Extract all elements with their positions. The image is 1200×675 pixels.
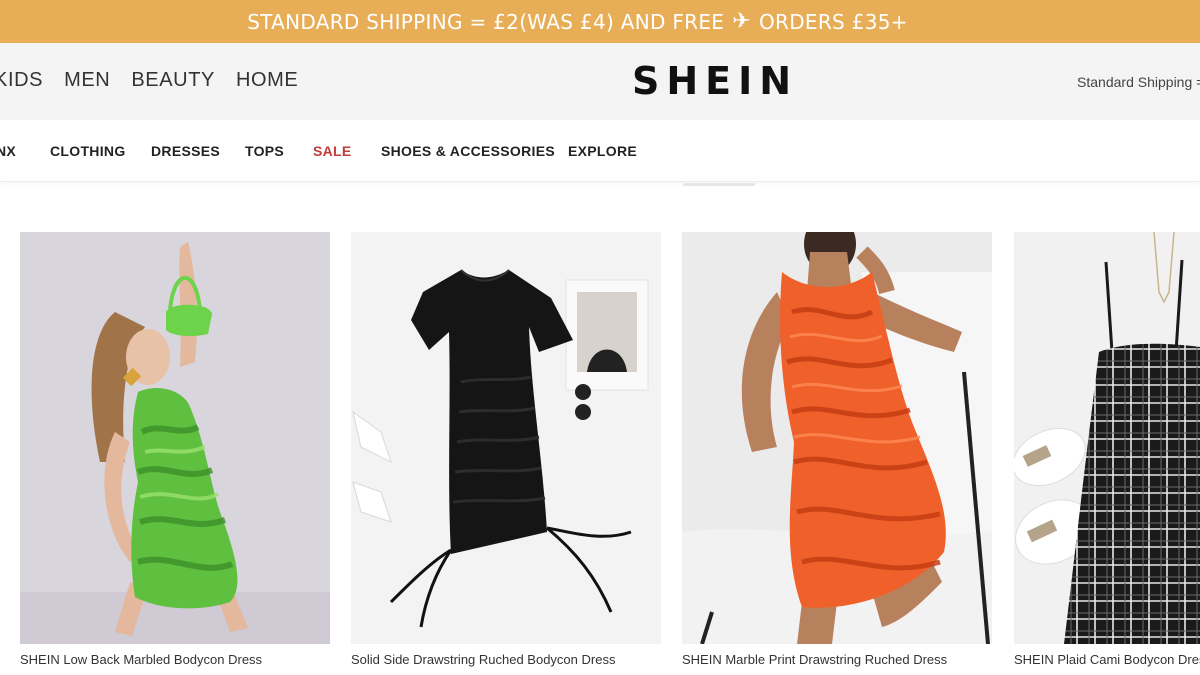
product-card[interactable]: SHEIN Marble Print Drawstring Ruched Dre… — [682, 232, 992, 675]
promo-text-before: STANDARD SHIPPING = £2(WAS £4) AND FREE — [247, 9, 725, 34]
category-item-clothing[interactable]: CLOTHING — [50, 143, 126, 159]
top-nav-home[interactable]: HOME — [236, 69, 298, 92]
product-title[interactable]: Solid Side Drawstring Ruched Bodycon Dre… — [351, 652, 615, 667]
top-nav-beauty[interactable]: BEAUTY — [131, 69, 215, 92]
top-nav-men[interactable]: MEN — [64, 69, 110, 92]
product-card[interactable]: SHEIN Plaid Cami Bodycon Dress — [1014, 232, 1200, 675]
airplane-icon: ✈ — [732, 9, 751, 34]
promo-text-after: ORDERS £35+ — [758, 9, 908, 34]
product-card[interactable]: Solid Side Drawstring Ruched Bodycon Dre… — [351, 232, 661, 675]
top-nav: KIDS MEN BEAUTY HOME — [0, 69, 298, 92]
product-image[interactable] — [682, 232, 992, 644]
product-image[interactable] — [1014, 232, 1200, 644]
product-title[interactable]: SHEIN Plaid Cami Bodycon Dress — [1014, 652, 1200, 667]
carousel-scroll-indicator[interactable] — [683, 183, 755, 186]
product-title[interactable]: SHEIN Low Back Marbled Bodycon Dress — [20, 652, 262, 667]
product-image[interactable] — [20, 232, 330, 644]
site-header: KIDS MEN BEAUTY HOME SHEIN Standard Ship… — [0, 43, 1200, 120]
shein-logo[interactable]: SHEIN — [632, 59, 798, 103]
category-item-explore[interactable]: EXPLORE — [568, 143, 637, 159]
category-item-nx[interactable]: NX — [0, 143, 16, 159]
category-item-sale[interactable]: SALE — [313, 143, 352, 159]
top-nav-kids[interactable]: KIDS — [0, 69, 43, 92]
header-shipping-text: Standard Shipping = £ — [1077, 74, 1200, 90]
category-item-shoes-accessories[interactable]: SHOES & ACCESSORIES — [381, 143, 555, 159]
promo-banner[interactable]: STANDARD SHIPPING = £2(WAS £4) AND FREE … — [0, 0, 1200, 43]
category-item-tops[interactable]: TOPS — [245, 143, 284, 159]
product-title[interactable]: SHEIN Marble Print Drawstring Ruched Dre… — [682, 652, 947, 667]
category-nav: NX CLOTHING DRESSES TOPS SALE SHOES & AC… — [0, 120, 1200, 182]
category-item-dresses[interactable]: DRESSES — [151, 143, 220, 159]
product-image[interactable] — [351, 232, 661, 644]
product-card[interactable]: SHEIN Low Back Marbled Bodycon Dress — [20, 232, 330, 675]
product-grid: SHEIN Low Back Marbled Bodycon Dress Sol… — [0, 232, 1200, 675]
